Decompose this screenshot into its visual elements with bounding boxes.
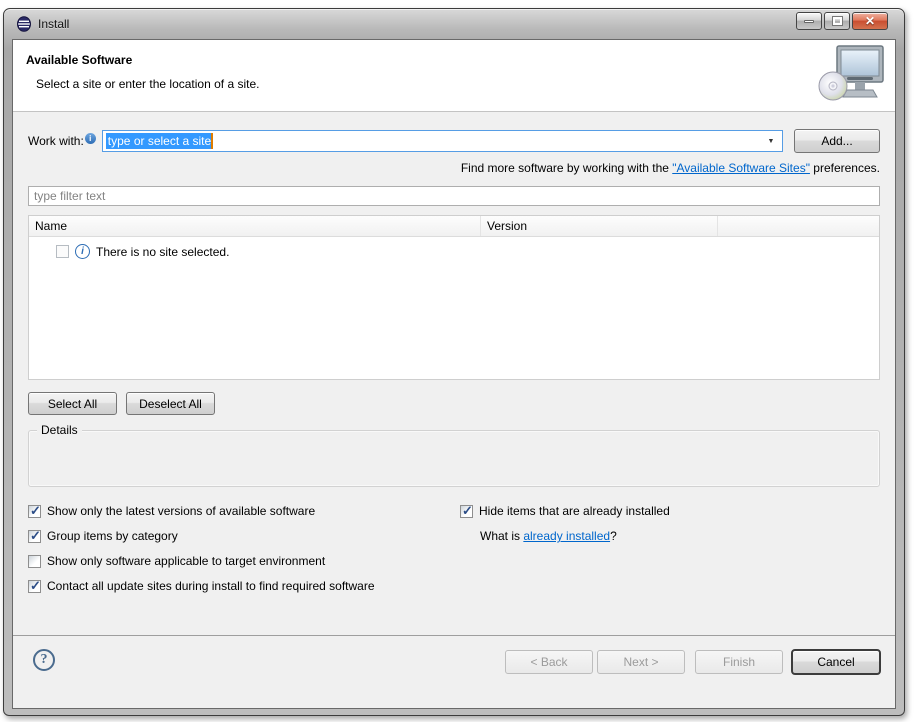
close-icon: ✕ (865, 14, 875, 28)
chevron-down-icon[interactable]: ▼ (764, 131, 778, 151)
option-latest-versions[interactable]: Show only the latest versions of availab… (28, 504, 460, 518)
select-all-button[interactable]: Select All (28, 392, 117, 415)
column-header-spacer (718, 216, 879, 236)
help-button[interactable]: ? (33, 649, 55, 671)
minimize-button[interactable] (796, 12, 822, 30)
option-label: Group items by category (47, 529, 178, 543)
what-is-line: What is already installed? (480, 529, 880, 543)
minimize-icon (804, 20, 814, 23)
table-row: i There is no site selected. (29, 237, 879, 259)
details-group: Details (28, 430, 880, 487)
row-checkbox (56, 245, 69, 258)
option-hide-installed[interactable]: Hide items that are already installed (460, 504, 880, 518)
work-with-row: Work with:i type or select a site ▼ Add.… (28, 129, 880, 153)
software-table: Name Version i There is no site selected… (28, 215, 880, 380)
wizard-buttons: < Back Next > Finish Cancel (505, 649, 881, 675)
empty-table-message: There is no site selected. (96, 245, 229, 259)
title-bar[interactable]: Install ✕ (12, 9, 896, 39)
checkbox-icon[interactable] (28, 505, 41, 518)
options-left-column: Show only the latest versions of availab… (28, 504, 460, 593)
filter-input[interactable] (28, 186, 880, 206)
column-header-name[interactable]: Name (29, 216, 481, 236)
what-is-suffix: ? (610, 529, 617, 543)
find-more-suffix: preferences. (810, 161, 880, 175)
already-installed-link[interactable]: already installed (523, 529, 610, 543)
work-with-combo[interactable]: type or select a site ▼ (102, 130, 783, 152)
page-title: Available Software (26, 53, 895, 67)
column-header-version[interactable]: Version (481, 216, 718, 236)
option-label: Show only the latest versions of availab… (47, 504, 315, 518)
finish-button: Finish (695, 650, 783, 674)
close-button[interactable]: ✕ (852, 12, 888, 30)
options-right-column: Hide items that are already installed Wh… (460, 504, 880, 593)
window-title: Install (38, 17, 69, 31)
combo-selected-text: type or select a site (106, 133, 213, 149)
dialog-client-area: Available Software Select a site or ente… (12, 39, 896, 709)
work-with-label: Work with: (28, 134, 84, 148)
maximize-icon (833, 17, 842, 25)
checkbox-icon[interactable] (460, 505, 473, 518)
install-dialog-window: Install ✕ Available Software Select a si… (3, 8, 905, 716)
info-circle-icon: i (75, 244, 90, 259)
option-label: Contact all update sites during install … (47, 579, 375, 593)
info-bubble-icon: i (85, 133, 96, 144)
next-button: Next > (597, 650, 685, 674)
option-target-environment[interactable]: Show only software applicable to target … (28, 554, 460, 568)
option-group-by-category[interactable]: Group items by category (28, 529, 460, 543)
selection-button-row: Select All Deselect All (28, 392, 880, 415)
button-bar: ? < Back Next > Finish Cancel (13, 635, 895, 708)
option-contact-update-sites[interactable]: Contact all update sites during install … (28, 579, 460, 593)
wizard-body: Work with:i type or select a site ▼ Add.… (13, 112, 895, 635)
details-legend: Details (37, 423, 82, 437)
find-more-line: Find more software by working with the "… (28, 161, 880, 175)
find-more-prefix: Find more software by working with the (461, 161, 672, 175)
checkbox-icon[interactable] (28, 530, 41, 543)
wizard-header: Available Software Select a site or ente… (13, 40, 895, 112)
table-header: Name Version (29, 216, 879, 237)
options-area: Show only the latest versions of availab… (28, 504, 880, 593)
available-software-sites-link[interactable]: "Available Software Sites" (672, 161, 810, 175)
what-is-prefix: What is (480, 529, 523, 543)
cancel-button[interactable]: Cancel (791, 649, 881, 675)
maximize-button[interactable] (824, 12, 850, 30)
option-label: Show only software applicable to target … (47, 554, 325, 568)
add-button[interactable]: Add... (794, 129, 880, 153)
option-label: Hide items that are already installed (479, 504, 670, 518)
page-subtitle: Select a site or enter the location of a… (36, 77, 895, 91)
checkbox-icon[interactable] (28, 580, 41, 593)
deselect-all-button[interactable]: Deselect All (126, 392, 215, 415)
back-button: < Back (505, 650, 593, 674)
software-monitor-icon (817, 44, 887, 106)
eclipse-icon (16, 16, 32, 32)
checkbox-icon[interactable] (28, 555, 41, 568)
